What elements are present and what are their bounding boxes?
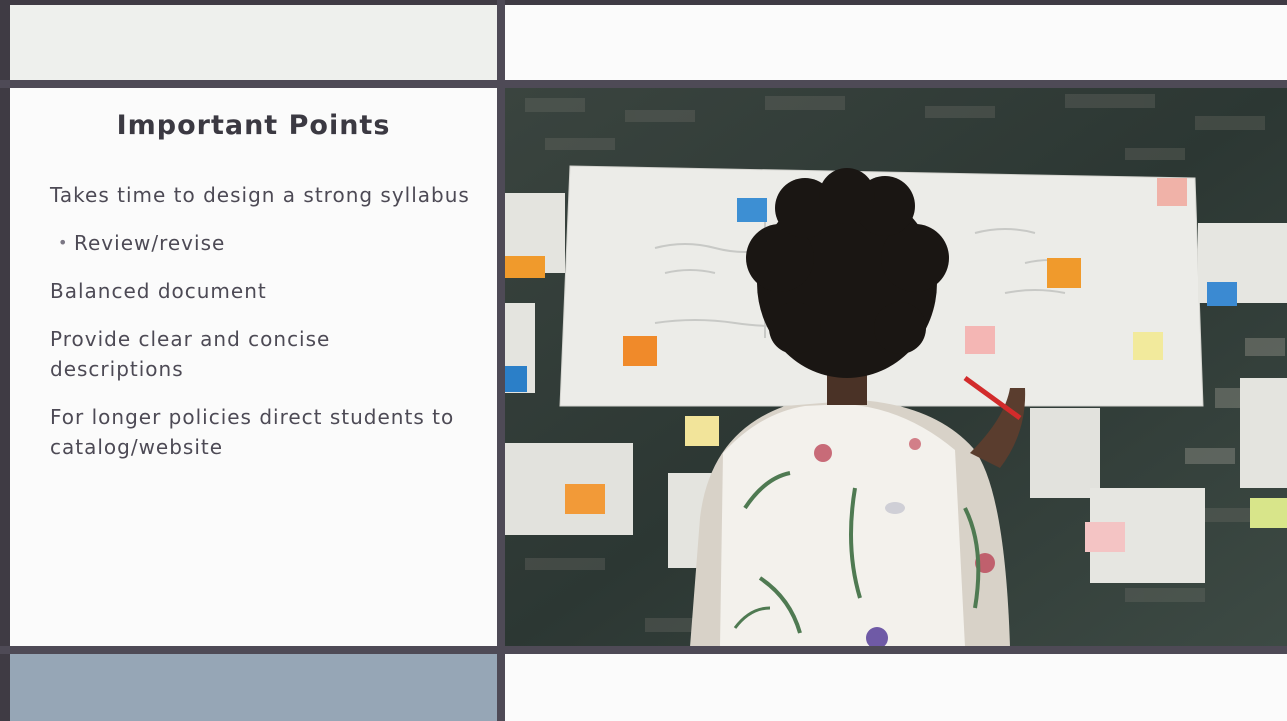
sub-point-item: • Review/revise xyxy=(50,228,470,258)
point-item: Takes time to design a strong syllabus xyxy=(50,180,470,210)
woman-at-whiteboard-photo xyxy=(505,88,1287,647)
top-right-panel xyxy=(505,4,1287,82)
top-left-panel xyxy=(6,4,499,82)
point-text: Review/revise xyxy=(74,231,226,255)
point-item: Balanced document xyxy=(50,276,470,306)
bottom-left-panel xyxy=(6,653,499,721)
slide-title: Important Points xyxy=(116,110,391,141)
point-item: For longer policies direct students to c… xyxy=(50,402,470,462)
bottom-right-panel xyxy=(505,653,1287,721)
point-text: Takes time to design a strong syllabus xyxy=(50,183,470,207)
point-text: Balanced document xyxy=(50,279,267,303)
photo-panel xyxy=(505,88,1287,647)
point-text: For longer policies direct students to c… xyxy=(50,405,455,459)
vertical-divider xyxy=(497,0,505,721)
bullet-icon: • xyxy=(58,233,69,252)
point-item: Provide clear and concise descriptions xyxy=(50,324,470,384)
point-text: Provide clear and concise descriptions xyxy=(50,327,331,381)
point-list: Takes time to design a strong syllabus •… xyxy=(50,180,470,480)
frame-top-border xyxy=(0,0,1287,5)
frame-left-border xyxy=(0,0,10,721)
horizontal-divider-top xyxy=(0,80,1287,88)
slide-frame: Important Points Takes time to design a … xyxy=(0,0,1287,721)
horizontal-divider-bottom xyxy=(0,646,1287,654)
